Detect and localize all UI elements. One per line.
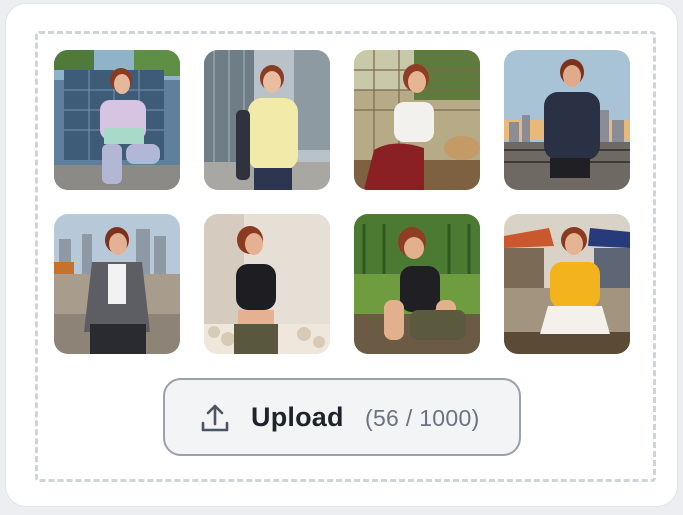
photo-vineyard (354, 214, 480, 354)
photo-studio (204, 214, 330, 354)
gallery-thumbnail-6[interactable] (204, 214, 330, 354)
upload-count: (56 / 1000) (365, 405, 480, 431)
gallery-thumbnail-8[interactable] (504, 214, 630, 354)
gallery-thumbnail-1[interactable] (54, 50, 180, 190)
upload-icon (199, 402, 231, 434)
photo-city-street (204, 50, 330, 190)
gallery-thumbnail-4[interactable] (504, 50, 630, 190)
gallery-thumbnail-5[interactable] (54, 214, 180, 354)
gallery-thumbnail-3[interactable] (354, 50, 480, 190)
upload-label: Upload (251, 402, 344, 432)
gallery-thumbnail-2[interactable] (204, 50, 330, 190)
gallery-thumbnail-7[interactable] (354, 214, 480, 354)
upload-button[interactable]: Upload (56 / 1000) (163, 378, 521, 456)
photo-park-skyline (54, 214, 180, 354)
photo-outdoor-table (354, 50, 480, 190)
photo-street-market (504, 214, 630, 354)
photo-rooftop-skyline (504, 50, 630, 190)
photo-office-building (54, 50, 180, 190)
